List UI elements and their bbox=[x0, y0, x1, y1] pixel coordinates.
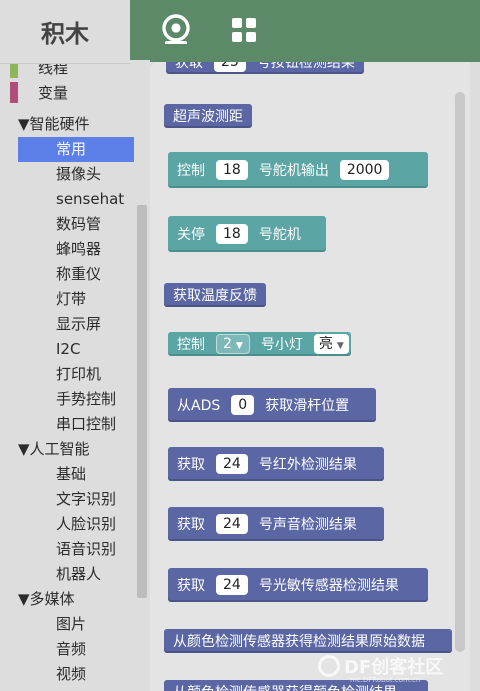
led-state-dropdown[interactable]: 亮 ▼ bbox=[313, 334, 349, 354]
sidebar-group-ai[interactable]: ▼人工智能 bbox=[0, 437, 134, 462]
block-text: 从ADS bbox=[177, 398, 221, 414]
block-light-sensor[interactable]: 获取 24 号光敏传感器检测结果 bbox=[168, 568, 428, 602]
block-led-control[interactable]: 控制 2 ▼ 号小灯 亮 ▼ bbox=[168, 332, 351, 356]
camera-icon[interactable] bbox=[158, 12, 194, 48]
block-text: 号声音检测结果 bbox=[258, 517, 357, 533]
block-servo-output[interactable]: 控制 18 号舵机输出 2000 bbox=[168, 152, 428, 188]
sidebar-item-speech-recognition[interactable]: 语音识别 bbox=[0, 537, 134, 562]
block-infrared[interactable]: 获取 24 号红外检测结果 bbox=[168, 447, 384, 481]
block-text: 获取 bbox=[177, 457, 205, 473]
sidebar-item-video[interactable]: 视频 bbox=[0, 662, 134, 687]
block-temperature[interactable]: 获取温度反馈 bbox=[164, 283, 266, 307]
grid-icon-graphic bbox=[232, 18, 256, 42]
sidebar-item-camera[interactable]: 摄像头 bbox=[0, 162, 134, 187]
watermark-subtext: mc.DFRobot.com.cn bbox=[350, 676, 421, 684]
pin-field[interactable]: 24 bbox=[216, 454, 248, 474]
block-servo-stop[interactable]: 关停 18 号舵机 bbox=[168, 216, 326, 252]
sidebar-scrollbar-thumb[interactable] bbox=[137, 205, 147, 598]
block-text: 获取滑杆位置 bbox=[265, 398, 350, 414]
sidebar-item-label: 线程 bbox=[38, 64, 69, 77]
ads-channel-field[interactable]: 0 bbox=[231, 395, 255, 415]
servo-id-field[interactable]: 18 bbox=[216, 160, 248, 180]
sidebar-item-common[interactable]: 常用 bbox=[0, 137, 134, 162]
dropdown-value: 2 bbox=[223, 336, 232, 352]
servo-id-field[interactable]: 18 bbox=[216, 224, 248, 244]
category-color-swatch bbox=[10, 82, 18, 103]
sidebar-item-image[interactable]: 图片 bbox=[0, 612, 134, 637]
pin-field[interactable]: 24 bbox=[216, 575, 248, 595]
sidebar-item-basic[interactable]: 基础 bbox=[0, 462, 134, 487]
block-text: 获取温度反馈 bbox=[173, 288, 257, 304]
block-text: 号红外检测结果 bbox=[258, 457, 357, 473]
page-title: 积木 bbox=[0, 0, 130, 64]
sidebar-item-label: 常用 bbox=[56, 140, 87, 158]
block-text: 号小灯 bbox=[260, 337, 303, 353]
sidebar-item-audio[interactable]: 音频 bbox=[0, 637, 134, 662]
block-text: 控制 bbox=[177, 163, 205, 179]
sidebar-item-text-recognition[interactable]: 文字识别 bbox=[0, 487, 134, 512]
app-root: 积木 线程 变量 ▼智能硬件 常用 摄像头 sensehat 数码管 蜂鸣器 称… bbox=[0, 0, 480, 691]
sidebar-item-scale[interactable]: 称重仪 bbox=[0, 262, 134, 287]
servo-value-field[interactable]: 2000 bbox=[339, 160, 390, 180]
pin-field[interactable]: 24 bbox=[216, 514, 248, 534]
flyout-scrollbar[interactable] bbox=[455, 92, 465, 652]
sidebar-item-thread[interactable]: 线程 bbox=[0, 64, 134, 81]
watermark-logo-icon bbox=[318, 655, 340, 677]
sidebar-item-variable[interactable]: 变量 bbox=[0, 81, 134, 106]
sidebar-item-face-recognition[interactable]: 人脸识别 bbox=[0, 512, 134, 537]
block-text: 关停 bbox=[177, 227, 205, 243]
block-ads-slider[interactable]: 从ADS 0 获取滑杆位置 bbox=[168, 388, 376, 422]
block-text: 号舵机 bbox=[258, 227, 301, 243]
block-text: 号光敏传感器检测结果 bbox=[258, 578, 399, 594]
camera-icon-graphic bbox=[162, 14, 190, 45]
sidebar-item-led-strip[interactable]: 灯带 bbox=[0, 287, 134, 312]
dropdown-value: 亮 bbox=[318, 336, 333, 352]
sidebar-item-sensehat[interactable]: sensehat bbox=[0, 187, 134, 212]
block-text: 超声波测距 bbox=[173, 109, 243, 125]
sidebar-item-printer[interactable]: 打印机 bbox=[0, 362, 134, 387]
sidebar-group-multimedia[interactable]: ▼多媒体 bbox=[0, 587, 134, 612]
block-text: 控制 bbox=[177, 337, 205, 353]
sidebar-item-display[interactable]: 显示屏 bbox=[0, 312, 134, 337]
category-color-swatch bbox=[10, 64, 18, 78]
sidebar-item-digit-tube[interactable]: 数码管 bbox=[0, 212, 134, 237]
grid-icon[interactable] bbox=[226, 12, 262, 48]
sidebar-item-robot[interactable]: 机器人 bbox=[0, 562, 134, 587]
category-sidebar: 线程 变量 ▼智能硬件 常用 摄像头 sensehat 数码管 蜂鸣器 称重仪 … bbox=[0, 64, 134, 691]
sidebar-item-serial[interactable]: 串口控制 bbox=[0, 412, 134, 437]
sidebar-group-hardware[interactable]: ▼智能硬件 bbox=[0, 112, 134, 137]
chevron-down-icon: ▼ bbox=[336, 341, 344, 351]
block-text: 号舵机输出 bbox=[258, 163, 329, 179]
sidebar-item-buzzer[interactable]: 蜂鸣器 bbox=[0, 237, 134, 262]
block-text: 获取 bbox=[177, 578, 205, 594]
sidebar-item-gesture[interactable]: 手势控制 bbox=[0, 387, 134, 412]
chevron-down-icon: ▼ bbox=[235, 341, 243, 351]
block-ultrasonic[interactable]: 超声波测距 bbox=[164, 104, 252, 128]
toolbar-overlap bbox=[150, 44, 480, 62]
led-id-dropdown[interactable]: 2 ▼ bbox=[216, 334, 250, 354]
sidebar-item-i2c[interactable]: I2C bbox=[0, 337, 134, 362]
block-text: 获取 bbox=[177, 517, 205, 533]
block-sound[interactable]: 获取 24 号声音检测结果 bbox=[168, 507, 384, 541]
sidebar-item-label: 变量 bbox=[38, 84, 69, 102]
